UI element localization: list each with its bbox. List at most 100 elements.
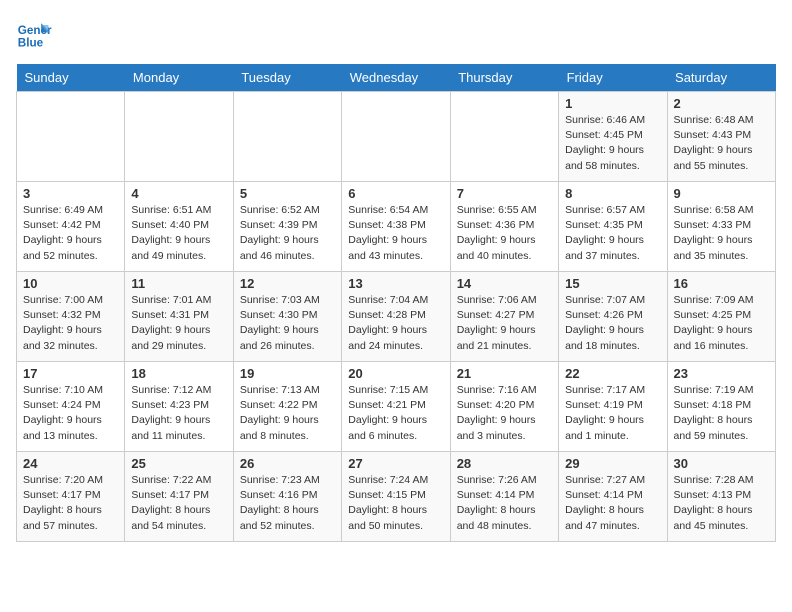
day-info: Sunrise: 7:07 AM Sunset: 4:26 PM Dayligh…: [565, 293, 660, 354]
calendar-cell: 14 Sunrise: 7:06 AM Sunset: 4:27 PM Dayli…: [450, 272, 558, 362]
calendar-table: SundayMondayTuesdayWednesdayThursdayFrid…: [16, 64, 776, 542]
calendar-cell: 29Sunrise: 7:27 AM Sunset: 4:14 PM Dayli…: [559, 452, 667, 542]
day-number: 7: [457, 186, 552, 201]
calendar-cell: 19 Sunrise: 7:13 AM Sunset: 4:22 PM Dayli…: [233, 362, 341, 452]
calendar-cell: 10Sunrise: 7:00 AM Sunset: 4:32 PM Dayli…: [17, 272, 125, 362]
day-number: 23: [674, 366, 769, 381]
calendar-cell: 30 Sunrise: 7:28 AM Sunset: 4:13 PM Dayli…: [667, 452, 775, 542]
calendar-cell: [125, 92, 233, 182]
calendar-week-row: 17 Sunrise: 7:10 AM Sunset: 4:24 PM Dayli…: [17, 362, 776, 452]
day-info: Sunrise: 7:20 AM Sunset: 4:17 PM Dayligh…: [23, 473, 118, 534]
day-number: 10: [23, 276, 118, 291]
weekday-header: Monday: [125, 64, 233, 92]
day-number: 3: [23, 186, 118, 201]
calendar-cell: 18 Sunrise: 7:12 AM Sunset: 4:23 PM Dayli…: [125, 362, 233, 452]
day-number: 4: [131, 186, 226, 201]
weekday-header: Saturday: [667, 64, 775, 92]
calendar-cell: 6 Sunrise: 6:54 AM Sunset: 4:38 PM Daylig…: [342, 182, 450, 272]
calendar-cell: 15Sunrise: 7:07 AM Sunset: 4:26 PM Dayli…: [559, 272, 667, 362]
calendar-cell: [450, 92, 558, 182]
day-number: 9: [674, 186, 769, 201]
day-number: 20: [348, 366, 443, 381]
day-number: 14: [457, 276, 552, 291]
weekday-row: SundayMondayTuesdayWednesdayThursdayFrid…: [17, 64, 776, 92]
day-number: 5: [240, 186, 335, 201]
day-info: Sunrise: 6:49 AM Sunset: 4:42 PM Dayligh…: [23, 203, 118, 264]
day-info: Sunrise: 6:52 AM Sunset: 4:39 PM Dayligh…: [240, 203, 335, 264]
calendar-cell: 21 Sunrise: 7:16 AM Sunset: 4:20 PM Dayli…: [450, 362, 558, 452]
day-info: Sunrise: 6:48 AM Sunset: 4:43 PM Dayligh…: [674, 113, 769, 174]
calendar-cell: 7Sunrise: 6:55 AM Sunset: 4:36 PM Daylig…: [450, 182, 558, 272]
calendar-cell: 4 Sunrise: 6:51 AM Sunset: 4:40 PM Daylig…: [125, 182, 233, 272]
calendar-cell: 13Sunrise: 7:04 AM Sunset: 4:28 PM Dayli…: [342, 272, 450, 362]
day-info: Sunrise: 7:06 AM Sunset: 4:27 PM Dayligh…: [457, 293, 552, 354]
day-number: 16: [674, 276, 769, 291]
calendar-cell: 5 Sunrise: 6:52 AM Sunset: 4:39 PM Daylig…: [233, 182, 341, 272]
day-info: Sunrise: 6:51 AM Sunset: 4:40 PM Dayligh…: [131, 203, 226, 264]
day-info: Sunrise: 7:10 AM Sunset: 4:24 PM Dayligh…: [23, 383, 118, 444]
day-number: 17: [23, 366, 118, 381]
day-number: 12: [240, 276, 335, 291]
calendar-cell: [233, 92, 341, 182]
calendar-cell: 23 Sunrise: 7:19 AM Sunset: 4:18 PM Dayli…: [667, 362, 775, 452]
day-info: Sunrise: 7:22 AM Sunset: 4:17 PM Dayligh…: [131, 473, 226, 534]
calendar-header: SundayMondayTuesdayWednesdayThursdayFrid…: [17, 64, 776, 92]
day-info: Sunrise: 7:24 AM Sunset: 4:15 PM Dayligh…: [348, 473, 443, 534]
day-info: Sunrise: 7:19 AM Sunset: 4:18 PM Dayligh…: [674, 383, 769, 444]
day-info: Sunrise: 7:23 AM Sunset: 4:16 PM Dayligh…: [240, 473, 335, 534]
day-number: 6: [348, 186, 443, 201]
day-info: Sunrise: 7:12 AM Sunset: 4:23 PM Dayligh…: [131, 383, 226, 444]
calendar-cell: 20 Sunrise: 7:15 AM Sunset: 4:21 PM Dayli…: [342, 362, 450, 452]
calendar-cell: 26 Sunrise: 7:23 AM Sunset: 4:16 PM Dayli…: [233, 452, 341, 542]
weekday-header: Thursday: [450, 64, 558, 92]
calendar-body: 1Sunrise: 6:46 AM Sunset: 4:45 PM Daylig…: [17, 92, 776, 542]
day-info: Sunrise: 7:17 AM Sunset: 4:19 PM Dayligh…: [565, 383, 660, 444]
logo-icon: General Blue: [16, 16, 52, 52]
calendar-week-row: 24 Sunrise: 7:20 AM Sunset: 4:17 PM Dayli…: [17, 452, 776, 542]
day-info: Sunrise: 6:58 AM Sunset: 4:33 PM Dayligh…: [674, 203, 769, 264]
calendar-cell: 27 Sunrise: 7:24 AM Sunset: 4:15 PM Dayli…: [342, 452, 450, 542]
day-info: Sunrise: 7:28 AM Sunset: 4:13 PM Dayligh…: [674, 473, 769, 534]
calendar-cell: 3 Sunrise: 6:49 AM Sunset: 4:42 PM Daylig…: [17, 182, 125, 272]
day-number: 24: [23, 456, 118, 471]
day-number: 11: [131, 276, 226, 291]
day-info: Sunrise: 7:01 AM Sunset: 4:31 PM Dayligh…: [131, 293, 226, 354]
day-info: Sunrise: 7:03 AM Sunset: 4:30 PM Dayligh…: [240, 293, 335, 354]
calendar-cell: 16 Sunrise: 7:09 AM Sunset: 4:25 PM Dayli…: [667, 272, 775, 362]
logo: General Blue: [16, 16, 56, 52]
calendar-cell: 12 Sunrise: 7:03 AM Sunset: 4:30 PM Dayli…: [233, 272, 341, 362]
day-info: Sunrise: 6:54 AM Sunset: 4:38 PM Dayligh…: [348, 203, 443, 264]
calendar-cell: 28 Sunrise: 7:26 AM Sunset: 4:14 PM Dayli…: [450, 452, 558, 542]
day-info: Sunrise: 7:26 AM Sunset: 4:14 PM Dayligh…: [457, 473, 552, 534]
day-info: Sunrise: 7:09 AM Sunset: 4:25 PM Dayligh…: [674, 293, 769, 354]
calendar-cell: 1Sunrise: 6:46 AM Sunset: 4:45 PM Daylig…: [559, 92, 667, 182]
day-info: Sunrise: 6:46 AM Sunset: 4:45 PM Dayligh…: [565, 113, 660, 174]
calendar-cell: 2 Sunrise: 6:48 AM Sunset: 4:43 PM Daylig…: [667, 92, 775, 182]
calendar-cell: [17, 92, 125, 182]
day-number: 29: [565, 456, 660, 471]
calendar-cell: 9 Sunrise: 6:58 AM Sunset: 4:33 PM Daylig…: [667, 182, 775, 272]
day-number: 2: [674, 96, 769, 111]
calendar-cell: 22Sunrise: 7:17 AM Sunset: 4:19 PM Dayli…: [559, 362, 667, 452]
day-number: 19: [240, 366, 335, 381]
calendar-cell: 17 Sunrise: 7:10 AM Sunset: 4:24 PM Dayli…: [17, 362, 125, 452]
day-info: Sunrise: 6:57 AM Sunset: 4:35 PM Dayligh…: [565, 203, 660, 264]
calendar-cell: 25 Sunrise: 7:22 AM Sunset: 4:17 PM Dayli…: [125, 452, 233, 542]
page-header: General Blue: [16, 16, 776, 52]
day-info: Sunrise: 7:15 AM Sunset: 4:21 PM Dayligh…: [348, 383, 443, 444]
day-number: 25: [131, 456, 226, 471]
day-number: 27: [348, 456, 443, 471]
day-info: Sunrise: 7:16 AM Sunset: 4:20 PM Dayligh…: [457, 383, 552, 444]
day-number: 26: [240, 456, 335, 471]
day-number: 30: [674, 456, 769, 471]
day-info: Sunrise: 7:13 AM Sunset: 4:22 PM Dayligh…: [240, 383, 335, 444]
day-number: 28: [457, 456, 552, 471]
day-info: Sunrise: 7:04 AM Sunset: 4:28 PM Dayligh…: [348, 293, 443, 354]
day-number: 18: [131, 366, 226, 381]
calendar-cell: 24 Sunrise: 7:20 AM Sunset: 4:17 PM Dayli…: [17, 452, 125, 542]
day-number: 21: [457, 366, 552, 381]
weekday-header: Sunday: [17, 64, 125, 92]
svg-text:Blue: Blue: [18, 37, 44, 50]
weekday-header: Tuesday: [233, 64, 341, 92]
weekday-header: Wednesday: [342, 64, 450, 92]
